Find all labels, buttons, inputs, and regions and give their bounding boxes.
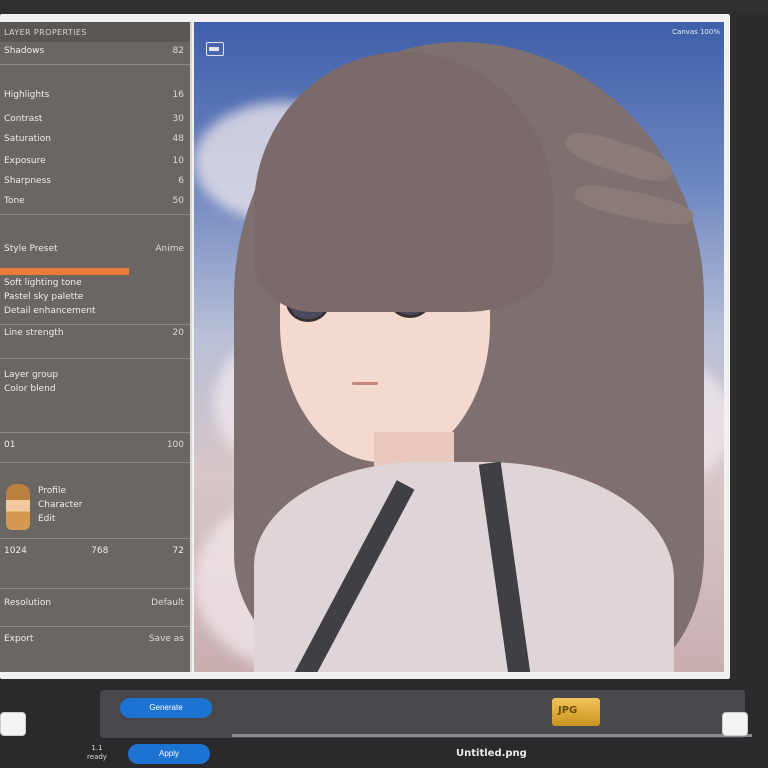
style-preset-value: Anime [155, 244, 184, 254]
property-row-saturation[interactable]: Saturation 48 [0, 134, 190, 144]
opacity-label: 01 [4, 440, 16, 450]
property-row-tone[interactable]: Tone 50 [0, 196, 190, 206]
properties-panel: LAYER PROPERTIES Shadows 82 Highlights 1… [0, 22, 192, 672]
description-text: Detail enhancement [4, 306, 96, 316]
metric-width: 1024 [4, 546, 27, 556]
generate-button[interactable]: Generate [120, 698, 212, 718]
color-blend-line[interactable]: Color blend [0, 384, 190, 394]
property-row-sharpness[interactable]: Sharpness 6 [0, 176, 190, 186]
divider [0, 432, 190, 433]
profile-title-row: Profile [34, 486, 184, 496]
resolution-label: Resolution [4, 598, 52, 608]
property-value: 48 [172, 134, 184, 144]
property-row-contrast[interactable]: Contrast 30 [0, 114, 190, 124]
divider [0, 214, 190, 215]
resolution-row[interactable]: Resolution Default [0, 598, 190, 608]
divider [0, 64, 190, 65]
property-value: 50 [172, 196, 184, 206]
description-text: Soft lighting tone [4, 278, 82, 288]
line-strength-value: 20 [172, 328, 184, 338]
character-avatar[interactable] [6, 484, 30, 530]
line-strength-row[interactable]: Line strength 20 [0, 328, 190, 338]
profile-meta-row[interactable]: Edit [34, 514, 184, 524]
profile-sub-row: Character [34, 500, 184, 510]
property-label: Highlights [4, 90, 50, 100]
property-row-exposure[interactable]: Exposure 10 [0, 156, 190, 166]
property-value: 6 [178, 176, 184, 186]
cube-icon[interactable] [722, 712, 748, 736]
intensity-slider[interactable] [0, 268, 130, 275]
property-row-highlights[interactable]: Highlights 16 [0, 90, 190, 100]
property-label: Exposure [4, 156, 46, 166]
character-mouth [352, 382, 378, 385]
line-strength-label: Line strength [4, 328, 64, 338]
top-bar [0, 0, 768, 14]
layer-group-text: Layer group [4, 370, 59, 380]
property-row-shadows[interactable]: Shadows 82 [0, 46, 190, 56]
divider [0, 358, 190, 359]
opacity-value: 100 [166, 440, 184, 450]
property-value: 82 [172, 46, 184, 56]
divider [0, 588, 190, 589]
file-name-label: Untitled.png [456, 748, 527, 759]
property-label: Shadows [4, 46, 45, 56]
export-link[interactable]: Export [4, 634, 33, 644]
apply-button[interactable]: Apply [128, 744, 210, 764]
metric-height: 768 [91, 546, 109, 556]
resolution-value: Default [151, 598, 184, 608]
editor-app: LAYER PROPERTIES Shadows 82 Highlights 1… [0, 0, 768, 768]
right-sidebar [730, 14, 768, 679]
style-preset-label: Style Preset [4, 244, 58, 254]
property-label: Saturation [4, 134, 51, 144]
canvas-zoom-label: Canvas 100% [672, 28, 720, 36]
metric-dpi: 72 [172, 546, 184, 556]
layers-icon[interactable] [206, 42, 224, 56]
thumbnail-label: JPG [558, 705, 578, 716]
opacity-row[interactable]: 01 100 [0, 440, 190, 450]
property-value: 16 [172, 90, 184, 100]
property-label: Sharpness [4, 176, 51, 186]
property-value: 10 [172, 156, 184, 166]
property-value: 30 [172, 114, 184, 124]
status-state: ready [87, 753, 107, 761]
description-line: Pastel sky palette [0, 292, 190, 302]
property-label: Tone [4, 196, 25, 206]
status-version: 1.1 [91, 744, 103, 752]
artwork-canvas[interactable] [194, 22, 724, 672]
property-label: Contrast [4, 114, 43, 124]
description-text: Pastel sky palette [4, 292, 84, 302]
divider [0, 626, 190, 627]
profile-edit-link[interactable]: Edit [38, 514, 55, 524]
panel-header: LAYER PROPERTIES [0, 22, 190, 42]
layer-group-line[interactable]: Layer group [0, 370, 190, 380]
horizontal-scrollbar[interactable] [232, 734, 752, 737]
divider [0, 324, 190, 325]
cube-icon[interactable] [0, 712, 26, 736]
metrics-row: 1024 768 72 [0, 546, 190, 556]
color-blend-text: Color blend [4, 384, 56, 394]
divider [0, 462, 190, 463]
description-line: Soft lighting tone [0, 278, 190, 288]
save-as-link[interactable]: Save as [149, 634, 184, 644]
divider [0, 538, 190, 539]
status-indicator: 1.1 ready [82, 744, 112, 762]
profile-title: Profile [38, 486, 66, 496]
style-preset-row[interactable]: Style Preset Anime [0, 244, 190, 254]
action-row: Export Save as [0, 634, 190, 644]
description-line: Detail enhancement [0, 306, 190, 316]
profile-subtitle: Character [38, 500, 83, 510]
